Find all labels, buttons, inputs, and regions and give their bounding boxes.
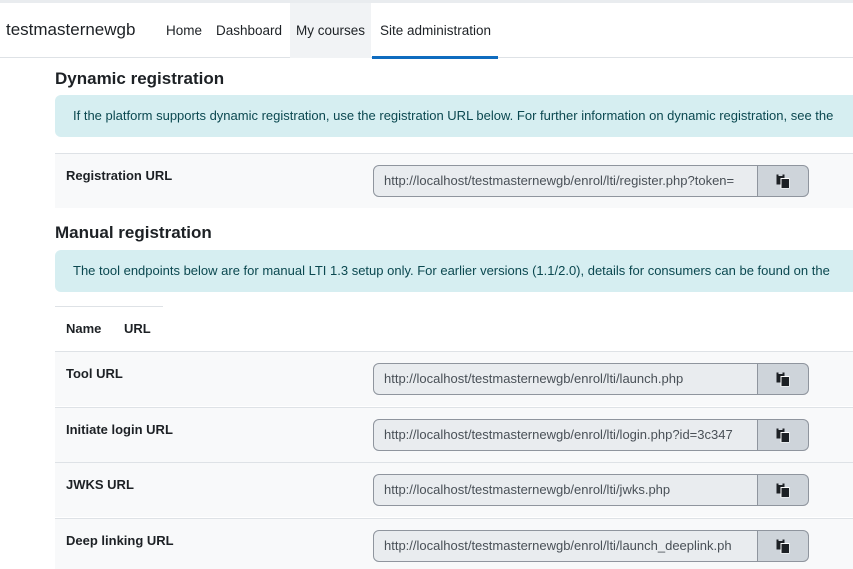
- table-row: Initiate login URL http://localhost/test…: [55, 407, 853, 462]
- nav-home[interactable]: Home: [160, 3, 208, 58]
- initiate-login-url-field[interactable]: http://localhost/testmasternewgb/enrol/l…: [373, 419, 758, 451]
- site-name[interactable]: testmasternewgb: [6, 20, 135, 40]
- nav-my-courses[interactable]: My courses: [290, 3, 372, 58]
- table-row: JWKS URL http://localhost/testmasternewg…: [55, 462, 853, 517]
- registration-url-label: Registration URL: [66, 168, 173, 183]
- deep-linking-url-label: Deep linking URL: [66, 533, 174, 548]
- manual-registration-heading: Manual registration: [55, 223, 212, 242]
- main-content: Dynamic registration If the platform sup…: [0, 58, 853, 569]
- registration-url-field[interactable]: http://localhost/testmasternewgb/enrol/l…: [373, 165, 758, 197]
- table-row: Deep linking URL http://localhost/testma…: [55, 518, 853, 569]
- copy-icon: [776, 371, 790, 386]
- copy-icon: [776, 538, 790, 553]
- endpoints-table-header: Name URL: [55, 306, 163, 351]
- column-header-name: Name: [66, 321, 102, 336]
- dynamic-registration-heading: Dynamic registration: [55, 69, 225, 88]
- copy-tool-url-button[interactable]: [758, 363, 809, 395]
- tool-url-field[interactable]: http://localhost/testmasternewgb/enrol/l…: [373, 363, 758, 395]
- jwks-url-field[interactable]: http://localhost/testmasternewgb/enrol/l…: [373, 474, 758, 506]
- dynamic-registration-info: If the platform supports dynamic registr…: [55, 95, 853, 137]
- nav-dashboard[interactable]: Dashboard: [210, 3, 288, 58]
- initiate-login-url-label: Initiate login URL: [66, 422, 173, 437]
- copy-icon: [776, 482, 790, 497]
- copy-deep-linking-url-button[interactable]: [758, 530, 809, 562]
- copy-initiate-login-url-button[interactable]: [758, 419, 809, 451]
- copy-jwks-url-button[interactable]: [758, 474, 809, 506]
- copy-icon: [776, 173, 790, 188]
- copy-icon: [776, 427, 790, 442]
- deep-linking-url-field[interactable]: http://localhost/testmasternewgb/enrol/l…: [373, 530, 758, 562]
- column-header-url: URL: [124, 321, 151, 336]
- manual-registration-info: The tool endpoints below are for manual …: [55, 250, 853, 292]
- copy-registration-url-button[interactable]: [758, 165, 809, 197]
- jwks-url-label: JWKS URL: [66, 477, 134, 492]
- tool-url-label: Tool URL: [66, 366, 123, 381]
- table-row: Tool URL http://localhost/testmasternewg…: [55, 351, 853, 406]
- navbar: testmasternewgb Home Dashboard My course…: [0, 0, 853, 59]
- nav-site-administration[interactable]: Site administration: [372, 3, 499, 58]
- registration-url-row: Registration URL http://localhost/testma…: [55, 153, 853, 208]
